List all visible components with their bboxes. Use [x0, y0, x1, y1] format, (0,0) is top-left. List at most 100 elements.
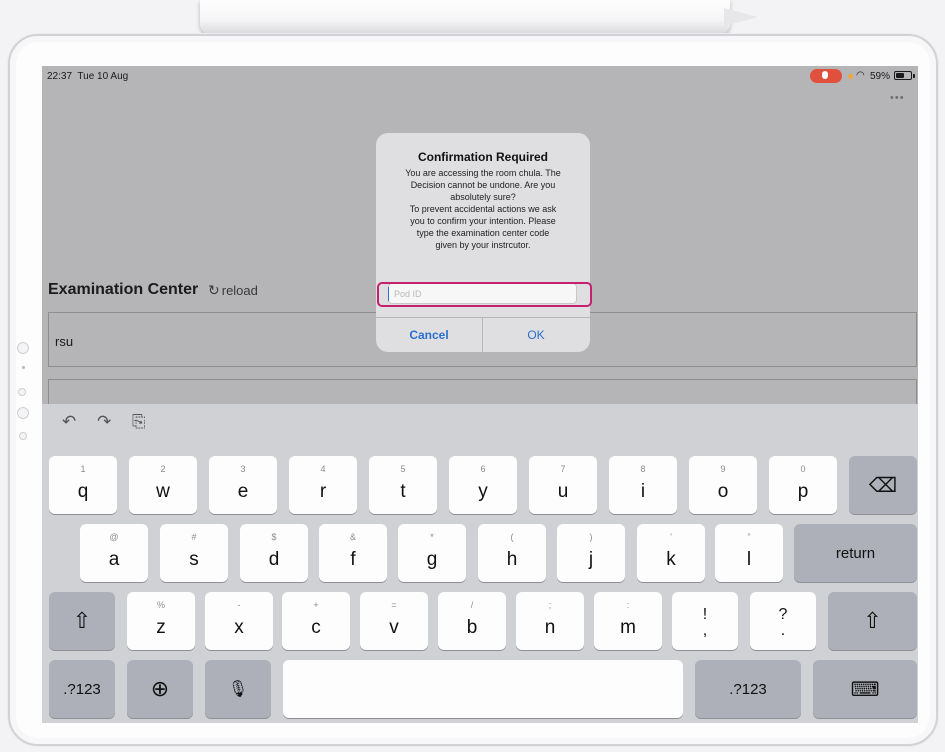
- ipad-screen: 22:37 Tue 10 Aug ◠ 59% ••• Examination C…: [42, 66, 918, 723]
- key-label: d: [268, 549, 280, 570]
- key-label: x: [234, 617, 244, 638]
- key-hint: 0: [800, 464, 806, 474]
- microphone-indicator-icon: [822, 71, 828, 79]
- onscreen-keyboard: ↶ ↷ ⎘ 1 q 2 w 3 e 4 r 5 t 6 y 7 u 8 i 9 o 0 p ⌫ @ a # s $ d & f * g(h)…: [42, 404, 918, 723]
- key-label: q: [77, 481, 89, 502]
- pod-id-input[interactable]: [388, 283, 577, 304]
- key-n[interactable]: ; n: [516, 592, 584, 650]
- key-label: g: [426, 549, 438, 570]
- space-bar[interactable]: [283, 660, 683, 718]
- shift-key-left[interactable]: ⇧: [49, 592, 115, 650]
- pencil-body: [200, 0, 730, 34]
- key-label: t: [400, 481, 406, 502]
- key-s[interactable]: # s: [160, 524, 228, 582]
- key-hint: ”: [747, 532, 751, 542]
- key-hint: @: [109, 532, 119, 542]
- key-d[interactable]: $ d: [240, 524, 308, 582]
- list-item-label: rsu: [55, 334, 74, 349]
- key-hint: /: [470, 600, 474, 610]
- reload-button[interactable]: ↻ reload: [208, 282, 258, 299]
- ellipsis-icon[interactable]: •••: [890, 92, 905, 104]
- battery-percentage: 59%: [870, 71, 891, 82]
- globe-key[interactable]: ⊕: [127, 660, 193, 718]
- battery-icon: [894, 71, 912, 80]
- battery-cap: [913, 74, 915, 78]
- alert-message-line: To prevent accidental actions we ask: [409, 204, 557, 214]
- dismiss-keyboard-key[interactable]: ⌨: [813, 660, 917, 718]
- key-q[interactable]: 1q: [49, 456, 117, 514]
- key-hint: -: [237, 600, 241, 610]
- key-y[interactable]: 6y: [449, 456, 517, 514]
- key-r[interactable]: 4r: [289, 456, 357, 514]
- numbers-key-right[interactable]: .?123: [695, 660, 801, 718]
- reload-icon: ↻: [208, 282, 220, 298]
- key-label: a: [108, 549, 120, 570]
- key-hint: (: [510, 532, 514, 542]
- key-label: o: [717, 481, 729, 502]
- key-u[interactable]: 7u: [529, 456, 597, 514]
- key-h[interactable]: (h: [478, 524, 546, 582]
- paste-icon[interactable]: ⎘: [132, 412, 146, 432]
- key-b[interactable]: / b: [438, 592, 506, 650]
- key-m[interactable]: :m: [594, 592, 662, 650]
- key-g[interactable]: * g: [398, 524, 466, 582]
- key-j[interactable]: ) j: [557, 524, 625, 582]
- side-button: [18, 388, 26, 396]
- key-e[interactable]: 3e: [209, 456, 277, 514]
- alert-message-line: absolutely sure?: [450, 192, 516, 202]
- numbers-key-left[interactable]: .?123: [49, 660, 115, 718]
- key-f[interactable]: & f: [319, 524, 387, 582]
- key-label: j: [588, 549, 594, 570]
- key-label: n: [544, 617, 556, 638]
- shift-key-right[interactable]: ⇧: [828, 592, 917, 650]
- key-label: .?123: [63, 680, 101, 698]
- shift-icon: ⇧: [72, 608, 92, 633]
- key-hint: 9: [720, 464, 726, 474]
- confirmation-alert: Confirmation Required You are accessing …: [376, 133, 590, 352]
- key-t[interactable]: 5t: [369, 456, 437, 514]
- key-a[interactable]: @ a: [80, 524, 148, 582]
- key-exclamation[interactable]: !,: [672, 592, 738, 650]
- dictation-key[interactable]: 🎙: [205, 660, 271, 718]
- status-time: 22:37 Tue 10 Aug: [47, 71, 129, 82]
- alert-message-line: You are accessing the room chula. The: [405, 168, 561, 178]
- undo-icon[interactable]: ↶: [62, 412, 76, 432]
- key-x[interactable]: -x: [205, 592, 273, 650]
- key-symbol: ,: [702, 622, 708, 639]
- key-hint: 4: [320, 464, 326, 474]
- key-c[interactable]: + c: [282, 592, 350, 650]
- screenshot-stage: 22:37 Tue 10 Aug ◠ 59% ••• Examination C…: [0, 0, 945, 752]
- key-question[interactable]: ?.: [750, 592, 816, 650]
- key-k[interactable]: ’ k: [637, 524, 705, 582]
- redo-icon[interactable]: ↷: [97, 412, 111, 432]
- key-l[interactable]: ” l: [715, 524, 783, 582]
- delete-key[interactable]: ⌫: [849, 456, 917, 514]
- key-w[interactable]: 2w: [129, 456, 197, 514]
- key-label: return: [835, 544, 876, 562]
- alert-message-line: you to confirm your intention. Please: [410, 216, 556, 226]
- key-p[interactable]: 0p: [769, 456, 837, 514]
- key-v[interactable]: = v: [360, 592, 428, 650]
- key-label: v: [389, 617, 399, 638]
- cancel-button[interactable]: Cancel: [376, 318, 482, 352]
- key-label: h: [506, 549, 518, 570]
- page-title: Examination Center: [48, 281, 199, 298]
- side-button: [17, 407, 29, 419]
- key-hint: 6: [480, 464, 486, 474]
- side-button: [17, 342, 29, 354]
- keyboard-dismiss-icon: ⌨: [850, 678, 880, 701]
- key-label: l: [746, 549, 752, 570]
- key-label: i: [640, 481, 646, 502]
- key-i[interactable]: 8i: [609, 456, 677, 514]
- key-hint: %: [156, 600, 165, 610]
- key-label: b: [466, 617, 478, 638]
- side-sensor-dot: [22, 366, 25, 369]
- key-z[interactable]: % z: [127, 592, 195, 650]
- key-symbol: .: [780, 622, 786, 639]
- key-label: k: [666, 549, 676, 570]
- key-o[interactable]: 9o: [689, 456, 757, 514]
- key-hint: 1: [80, 464, 86, 474]
- return-key[interactable]: return: [794, 524, 917, 582]
- key-hint: 7: [560, 464, 566, 474]
- ok-button[interactable]: OK: [483, 318, 589, 352]
